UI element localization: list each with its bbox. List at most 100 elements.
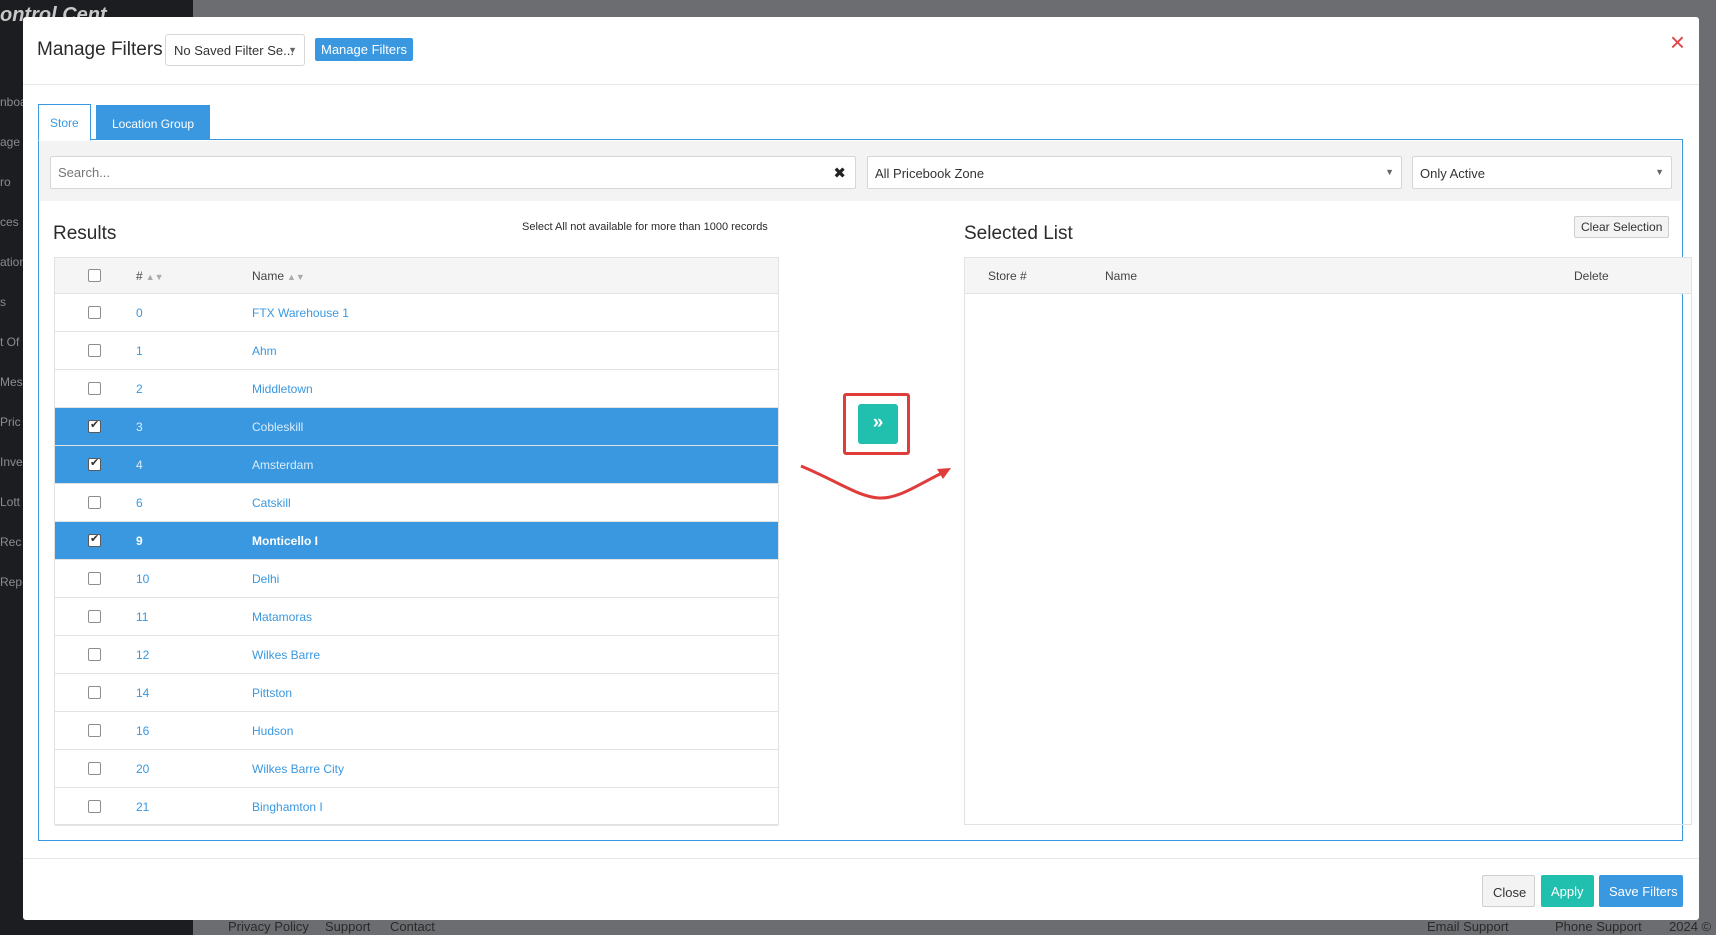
store-number-link[interactable]: 16 <box>136 724 149 738</box>
sort-icon: ▲▼ <box>287 272 305 282</box>
row-checkbox[interactable] <box>88 382 101 395</box>
table-row[interactable]: 10 Delhi <box>55 560 778 598</box>
store-number-link[interactable]: 2 <box>136 382 143 396</box>
table-row[interactable]: 2 Middletown <box>55 370 778 408</box>
store-name-link[interactable]: Wilkes Barre <box>252 648 320 662</box>
pricebook-zone-select[interactable]: All Pricebook Zone ▼ <box>867 156 1402 189</box>
table-row[interactable]: 9 Monticello I <box>55 522 778 560</box>
background-nav-item: ro <box>0 175 11 189</box>
store-name-link[interactable]: Pittston <box>252 686 292 700</box>
modal-footer: Close Apply Save Filters <box>23 858 1699 920</box>
store-number-link[interactable]: 14 <box>136 686 149 700</box>
row-checkbox[interactable] <box>88 306 101 319</box>
saved-filter-value: No Saved Filter Se... <box>174 43 294 58</box>
store-name-link[interactable]: Amsterdam <box>252 458 313 472</box>
store-number-link[interactable]: 20 <box>136 762 149 776</box>
store-number-link[interactable]: 10 <box>136 572 149 586</box>
sort-icon: ▲▼ <box>145 272 164 282</box>
caret-down-icon: ▼ <box>1655 167 1664 177</box>
table-row[interactable]: 20 Wilkes Barre City <box>55 750 778 788</box>
close-icon[interactable]: × <box>1670 29 1685 55</box>
store-name-link[interactable]: Delhi <box>252 572 279 586</box>
row-checkbox[interactable] <box>88 610 101 623</box>
selected-table-header: Store # Name Delete <box>965 258 1691 294</box>
background-nav-item: Rep <box>0 575 23 589</box>
clear-search-icon[interactable]: ✖ <box>833 164 846 182</box>
store-number-link[interactable]: 3 <box>136 420 143 434</box>
background-nav-item: t Of <box>0 335 20 349</box>
store-name-link[interactable]: FTX Warehouse 1 <box>252 306 349 320</box>
column-header-number[interactable]: # ▲▼ <box>136 269 164 283</box>
row-checkbox[interactable] <box>88 418 101 433</box>
table-row[interactable]: 0 FTX Warehouse 1 <box>55 294 778 332</box>
row-checkbox[interactable] <box>88 496 101 509</box>
store-name-link[interactable]: Matamoras <box>252 610 312 624</box>
row-checkbox[interactable] <box>88 456 101 471</box>
store-name-link[interactable]: Middletown <box>252 382 313 396</box>
table-row[interactable]: 6 Catskill <box>55 484 778 522</box>
store-name-link[interactable]: Catskill <box>252 496 291 510</box>
background-nav-item: Mes <box>0 375 23 389</box>
store-panel: ✖ All Pricebook Zone ▼ Only Active ▼ Res… <box>38 139 1692 841</box>
store-name-link[interactable]: Hudson <box>252 724 293 738</box>
row-checkbox[interactable] <box>88 532 101 547</box>
store-name-link[interactable]: Binghamton I <box>252 800 323 814</box>
tab-store[interactable]: Store <box>38 104 91 141</box>
search-box: ✖ <box>50 156 856 189</box>
table-row[interactable]: 1 Ahm <box>55 332 778 370</box>
tab-location-group[interactable]: Location Group <box>96 105 210 139</box>
row-checkbox[interactable] <box>88 572 101 585</box>
row-checkbox[interactable] <box>88 762 101 775</box>
store-number-link[interactable]: 4 <box>136 458 143 472</box>
contact-link: Contact <box>390 919 435 934</box>
table-row[interactable]: 14 Pittston <box>55 674 778 712</box>
apply-button[interactable]: Apply <box>1541 875 1594 907</box>
store-number-link[interactable]: 0 <box>136 306 143 320</box>
pricebook-zone-value: All Pricebook Zone <box>875 166 985 181</box>
modal-header: Manage Filters No Saved Filter Se... ▼ M… <box>23 17 1699 85</box>
store-name-link[interactable]: Ahm <box>252 344 277 358</box>
table-row[interactable]: 21 Binghamton I <box>55 788 778 826</box>
background-nav-item: age <box>0 135 21 149</box>
store-number-link[interactable]: 11 <box>136 610 148 624</box>
table-row[interactable]: 3 Cobleskill <box>55 408 778 446</box>
background-nav-item: ces <box>0 215 19 229</box>
row-checkbox[interactable] <box>88 686 101 699</box>
store-name-link[interactable]: Monticello I <box>252 534 318 548</box>
select-all-note: Select All not available for more than 1… <box>522 221 768 233</box>
row-checkbox[interactable] <box>88 344 101 357</box>
store-name-link[interactable]: Cobleskill <box>252 420 303 434</box>
results-table: # ▲▼ Name ▲▼ 0 FTX Warehouse 1 1 Ahm 2 Middleto… <box>54 257 779 826</box>
copyright: 2024 © <box>1669 919 1712 934</box>
store-name-link[interactable]: Wilkes Barre City <box>252 762 344 776</box>
move-selected-button[interactable]: » <box>858 404 898 444</box>
column-header-delete: Delete <box>1574 269 1609 283</box>
store-number-link[interactable]: 12 <box>136 648 149 662</box>
background-nav-item: Lott <box>0 495 21 509</box>
search-input[interactable] <box>51 157 811 188</box>
store-number-link[interactable]: 9 <box>136 534 143 548</box>
store-number-link[interactable]: 1 <box>136 344 143 358</box>
select-all-checkbox[interactable] <box>88 269 101 282</box>
close-button[interactable]: Close <box>1482 875 1535 907</box>
table-row[interactable]: 16 Hudson <box>55 712 778 750</box>
column-header-name[interactable]: Name ▲▼ <box>252 269 305 283</box>
table-row[interactable]: 11 Matamoras <box>55 598 778 636</box>
row-checkbox[interactable] <box>88 648 101 661</box>
caret-down-icon: ▼ <box>288 45 297 55</box>
store-number-link[interactable]: 21 <box>136 800 149 814</box>
support-link: Support <box>325 919 371 934</box>
saved-filter-select[interactable]: No Saved Filter Se... ▼ <box>165 34 305 66</box>
privacy-policy-link: Privacy Policy <box>228 919 309 934</box>
clear-selection-button[interactable]: Clear Selection <box>1574 216 1670 238</box>
row-checkbox[interactable] <box>88 724 101 737</box>
manage-filters-button[interactable]: Manage Filters <box>315 38 413 61</box>
filter-bar: ✖ All Pricebook Zone ▼ Only Active ▼ <box>40 141 1681 201</box>
table-row[interactable]: 12 Wilkes Barre <box>55 636 778 674</box>
store-number-link[interactable]: 6 <box>136 496 143 510</box>
row-checkbox[interactable] <box>88 800 101 813</box>
table-row[interactable]: 4 Amsterdam <box>55 446 778 484</box>
status-select[interactable]: Only Active ▼ <box>1412 156 1672 189</box>
background-nav-item: s <box>0 295 6 309</box>
save-filters-button[interactable]: Save Filters <box>1599 875 1683 907</box>
